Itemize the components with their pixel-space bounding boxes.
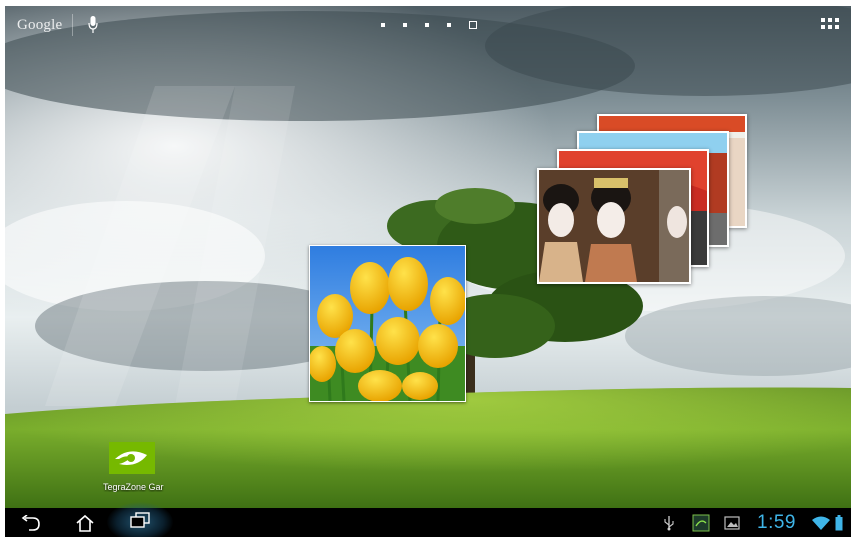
- google-logo[interactable]: Google: [17, 17, 62, 34]
- recent-apps-button[interactable]: [107, 502, 173, 537]
- image-icon[interactable]: [723, 508, 741, 537]
- home-page-indicator: [381, 20, 477, 30]
- recent-apps-icon[interactable]: [130, 512, 150, 533]
- page-dot-current[interactable]: [469, 21, 477, 29]
- tegrazone-shortcut[interactable]: TegraZone Gar: [97, 442, 169, 498]
- photo-gallery-widget[interactable]: [535, 114, 750, 290]
- apps-grid-icon[interactable]: [821, 18, 839, 32]
- nvidia-eye-icon[interactable]: [109, 442, 155, 474]
- usb-icon: [662, 508, 676, 537]
- back-arrow-icon[interactable]: [13, 508, 49, 537]
- tulip-photo-widget[interactable]: [309, 245, 466, 402]
- page-dot-1[interactable]: [381, 23, 385, 27]
- search-divider: [72, 14, 74, 36]
- wifi-icon: [811, 508, 831, 537]
- home-icon[interactable]: [67, 508, 103, 537]
- status-clock[interactable]: 1:59: [757, 511, 796, 535]
- gallery-photo-geisha: [537, 168, 691, 284]
- screenshot-app-icon[interactable]: [691, 508, 711, 537]
- system-bar: 1:59: [5, 502, 851, 537]
- microphone-icon[interactable]: [85, 14, 101, 36]
- android-home-screen: Google TegraZone Gar 1:59: [5, 6, 851, 537]
- page-dot-3[interactable]: [425, 23, 429, 27]
- shortcut-label: TegraZone Gar: [103, 482, 164, 492]
- page-dot-2[interactable]: [403, 23, 407, 27]
- google-search-bar[interactable]: Google: [17, 12, 101, 38]
- battery-icon: [833, 508, 845, 537]
- page-dot-4[interactable]: [447, 23, 451, 27]
